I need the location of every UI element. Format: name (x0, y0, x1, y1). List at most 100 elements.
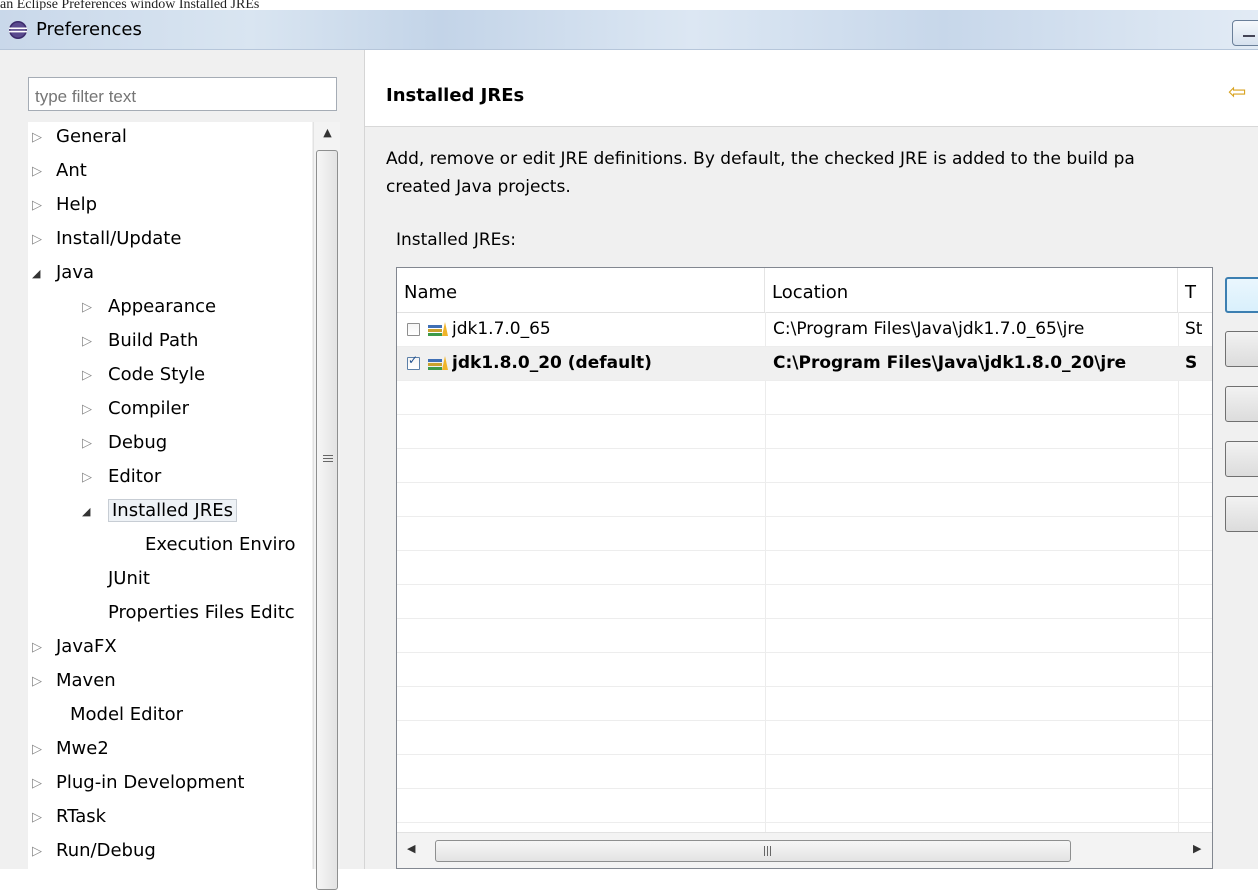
empty-row (397, 721, 1212, 755)
empty-row (397, 415, 1212, 449)
tree-item-label: JavaFX (56, 636, 117, 657)
tree-item-label: Ant (56, 160, 87, 181)
expand-icon[interactable]: ▷ (82, 293, 92, 323)
collapse-icon[interactable]: ◢ (82, 497, 90, 527)
jre-table: Name Location T jdk1.7.0_65 C:\Program F… (396, 267, 1213, 869)
title-bar: Preferences (0, 10, 1258, 50)
empty-row (397, 585, 1212, 619)
expand-icon[interactable]: ▷ (82, 463, 92, 493)
remove-button[interactable] (1225, 441, 1258, 477)
jre-name: jdk1.8.0_20 (default) (452, 353, 652, 373)
back-arrow-icon[interactable]: ⇦ (1228, 81, 1246, 105)
tree-item-label: Build Path (108, 330, 199, 351)
tree-item-ant[interactable]: ▷ Ant (28, 156, 87, 190)
empty-row (397, 449, 1212, 483)
collapse-icon[interactable]: ◢ (32, 259, 40, 289)
tree-scroll-thumb[interactable] (316, 150, 338, 890)
search-button[interactable] (1225, 496, 1258, 532)
expand-icon[interactable]: ▷ (32, 191, 42, 221)
tree-item-label: Compiler (108, 398, 190, 419)
tree-item-build-path[interactable]: ▷ Build Path (82, 326, 198, 360)
add-button[interactable] (1225, 277, 1258, 313)
tree-item-label: Editor (108, 466, 162, 487)
empty-row (397, 483, 1212, 517)
filter-input[interactable] (28, 77, 337, 111)
scroll-left-icon[interactable]: ◀ (407, 842, 415, 855)
tree-item-label: Execution Enviro (145, 534, 296, 555)
grip-icon (323, 455, 333, 464)
column-header-name[interactable]: Name (397, 268, 765, 312)
table-scroll-thumb[interactable] (435, 840, 1071, 862)
tree-item-mwe2[interactable]: ▷ Mwe2 (28, 734, 109, 768)
grip-icon (764, 846, 773, 856)
tree-item-model-editor[interactable]: Model Editor (70, 700, 183, 734)
tree-item-label: Code Style (108, 364, 206, 385)
tree-item-general[interactable]: ▷ General (28, 122, 127, 156)
expand-icon[interactable]: ▷ (82, 395, 92, 425)
table-header: Name Location T (397, 268, 1212, 313)
page-description: Add, remove or edit JRE definitions. By … (386, 145, 1258, 201)
empty-row (397, 653, 1212, 687)
tree-item-maven[interactable]: ▷ Maven (28, 666, 116, 700)
column-header-type[interactable]: T (1178, 268, 1212, 312)
expand-icon[interactable]: ▷ (32, 225, 42, 255)
tree-item-label: Plug-in Development (56, 772, 245, 793)
jre-name: jdk1.7.0_65 (452, 319, 551, 339)
empty-row (397, 517, 1212, 551)
tree-item-run-debug[interactable]: ▷ Run/Debug (28, 836, 156, 869)
expand-icon[interactable]: ▷ (32, 769, 42, 799)
tree-item-compiler[interactable]: ▷ Compiler (82, 394, 189, 428)
tree-item-rtask[interactable]: ▷ RTask (28, 802, 106, 836)
edit-button[interactable] (1225, 331, 1258, 367)
expand-icon[interactable]: ▷ (32, 157, 42, 187)
expand-icon[interactable]: ▷ (82, 429, 92, 459)
tree-item-execution-environments[interactable]: Execution Enviro (145, 530, 296, 564)
caption-text: an Eclipse Preferences window Installed … (0, 0, 260, 10)
tree-item-install-update[interactable]: ▷ Install/Update (28, 224, 181, 258)
tree-item-debug[interactable]: ▷ Debug (82, 428, 167, 462)
expand-icon[interactable]: ▷ (32, 633, 42, 663)
expand-icon[interactable]: ▷ (32, 123, 42, 153)
empty-row (397, 687, 1212, 721)
tree-item-installed-jres[interactable]: ◢ Installed JREs (82, 496, 237, 530)
expand-icon[interactable]: ▷ (32, 667, 42, 697)
tree-item-junit[interactable]: JUnit (108, 564, 150, 598)
empty-row (397, 619, 1212, 653)
page-title: Installed JREs (386, 85, 525, 106)
tree-scrollbar[interactable]: ▲ (313, 122, 341, 890)
tree-item-properties-files-editor[interactable]: Properties Files Editc (108, 598, 295, 632)
table-row-selected[interactable]: jdk1.8.0_20 (default) C:\Program Files\J… (397, 347, 1212, 381)
expand-icon[interactable]: ▷ (32, 735, 42, 765)
pane-splitter[interactable] (340, 50, 365, 869)
tree-item-label: Maven (56, 670, 116, 691)
tree-item-javafx[interactable]: ▷ JavaFX (28, 632, 117, 666)
jre-checkbox-checked[interactable] (407, 353, 420, 370)
description-line: Add, remove or edit JRE definitions. By … (386, 149, 1135, 169)
tree-item-appearance[interactable]: ▷ Appearance (82, 292, 216, 326)
tree-item-help[interactable]: ▷ Help (28, 190, 97, 224)
jre-type: S (1185, 353, 1198, 373)
jre-type: St (1185, 319, 1203, 339)
expand-icon[interactable]: ▷ (82, 327, 92, 357)
duplicate-button[interactable] (1225, 386, 1258, 422)
tree-item-label: Debug (108, 432, 168, 453)
expand-icon[interactable]: ▷ (32, 803, 42, 833)
jre-library-icon (428, 356, 448, 370)
tree-item-label: Mwe2 (56, 738, 109, 759)
tree-item-editor[interactable]: ▷ Editor (82, 462, 161, 496)
jre-library-icon (428, 322, 448, 336)
tree-item-code-style[interactable]: ▷ Code Style (82, 360, 205, 394)
scroll-right-icon[interactable]: ▶ (1193, 842, 1201, 855)
table-hscrollbar[interactable]: ◀ ▶ (397, 832, 1212, 868)
tree-item-java[interactable]: ◢ Java (28, 258, 94, 292)
minimize-button[interactable] (1232, 20, 1258, 46)
tree-item-plugin-development[interactable]: ▷ Plug-in Development (28, 768, 245, 802)
table-row[interactable]: jdk1.7.0_65 C:\Program Files\Java\jdk1.7… (397, 313, 1212, 347)
jre-location: C:\Program Files\Java\jdk1.8.0_20\jre (773, 353, 1127, 373)
expand-icon[interactable]: ▷ (82, 361, 92, 391)
column-header-location[interactable]: Location (765, 268, 1178, 312)
tree-item-label: Run/Debug (56, 840, 156, 861)
jre-checkbox[interactable] (407, 323, 420, 336)
scroll-up-icon[interactable]: ▲ (314, 126, 341, 146)
expand-icon[interactable]: ▷ (32, 837, 42, 867)
